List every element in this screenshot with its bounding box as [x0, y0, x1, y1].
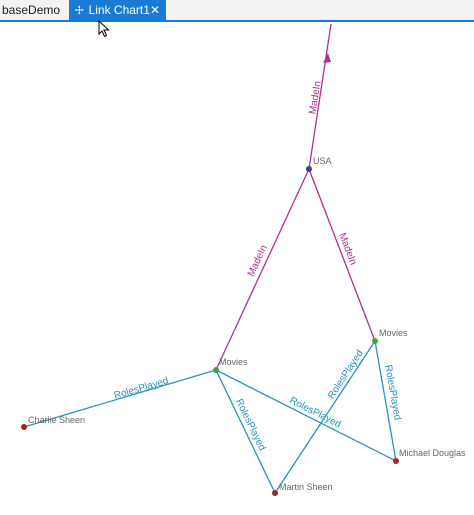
node-usa[interactable] — [306, 166, 312, 172]
link-chart-canvas[interactable]: MadeIn MadeIn MadeIn RolesPlayed RolesPl… — [0, 22, 474, 515]
node-michael-douglas[interactable] — [393, 458, 399, 464]
tab-label: Link Chart1 — [88, 3, 150, 17]
document-tab-bar: baseDemo Link Chart1 ✕ — [0, 0, 474, 22]
edge-label-madein-top: MadeIn — [307, 80, 323, 115]
edge-label-roles-movies2-michael: RolesPlayed — [382, 364, 403, 421]
mouse-cursor-icon — [98, 20, 110, 38]
edge-label-roles-martin: RolesPlayed — [233, 397, 268, 452]
tab-link-chart1[interactable]: Link Chart1 ✕ — [69, 0, 166, 20]
node-movies-2[interactable] — [372, 338, 378, 344]
node-charlie-sheen[interactable] — [21, 424, 27, 430]
node-label-movies-1: Movies — [219, 357, 248, 367]
tab-label: baseDemo — [2, 3, 61, 17]
node-movies-1[interactable] — [213, 367, 219, 373]
tab-basedemo[interactable]: baseDemo — [0, 0, 66, 20]
close-icon[interactable]: ✕ — [150, 3, 160, 17]
node-martin-sheen[interactable] — [272, 490, 278, 496]
edge-madein-usa-movies1[interactable] — [215, 168, 310, 371]
node-label-charlie-sheen: Charlie Sheen — [28, 415, 85, 425]
node-label-martin-sheen: Martin Sheen — [279, 482, 333, 492]
edge-madein-usa-movies2[interactable] — [308, 168, 376, 342]
node-label-movies-2: Movies — [379, 328, 408, 338]
link-chart-icon — [75, 5, 84, 15]
edge-label-roles-charlie: RolesPlayed — [113, 376, 170, 402]
node-label-michael-douglas: Michael Douglas — [399, 448, 466, 458]
edge-roles-movies1-martin[interactable] — [215, 369, 276, 494]
edge-label-roles-movies2-martin: RolesPlayed — [326, 348, 366, 401]
node-label-usa: USA — [313, 156, 332, 166]
